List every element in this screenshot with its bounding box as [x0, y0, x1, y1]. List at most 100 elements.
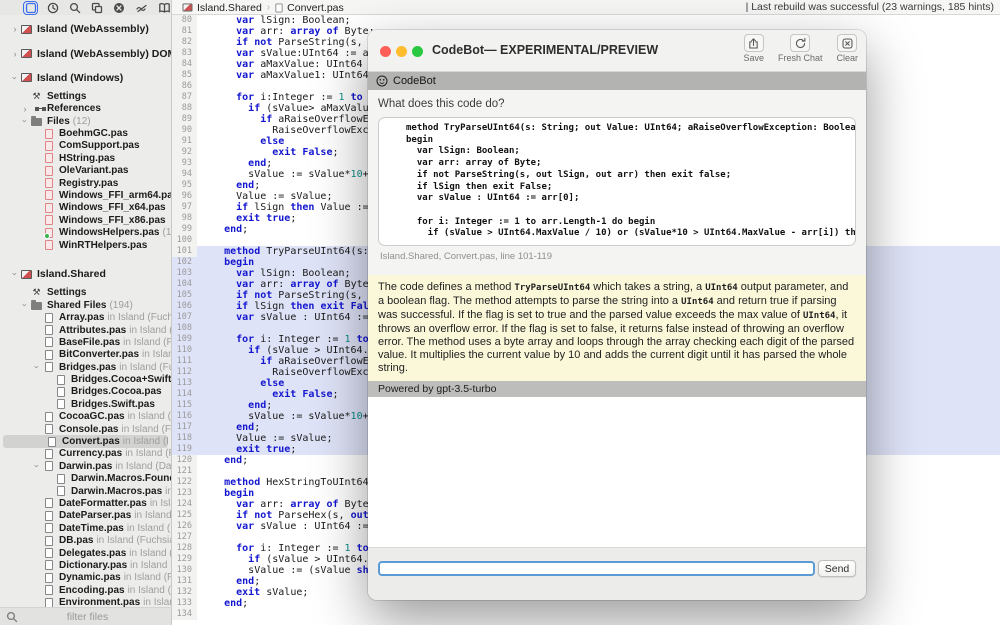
dialog-titlebar[interactable]: CodeBot— EXPERIMENTAL/PREVIEW Save Fresh …: [368, 30, 866, 72]
tree-item[interactable]: BoehmGC.pas: [0, 127, 171, 139]
tree-item[interactable]: DateTime.pasin Island (Fuchsia): [0, 522, 171, 534]
tree-item[interactable]: HString.pas: [0, 152, 171, 164]
tree-item[interactable]: CocoaGC.pasin Island (Fuchsia): [0, 411, 171, 423]
quoted-code-block: method TryParseUInt64(s: String; out Val…: [378, 117, 856, 246]
tree-project-item[interactable]: ›Island.Shared: [0, 268, 171, 280]
fresh-chat-button[interactable]: Fresh Chat: [778, 34, 823, 63]
tree-item[interactable]: DateParser.pasin Island (Fuchsia): [0, 510, 171, 522]
document-icon: [42, 240, 55, 250]
line-number: 94: [172, 169, 197, 180]
tree-item-suffix: in Island (Fuchsia): [123, 337, 171, 348]
expand-chevron-icon[interactable]: ›: [10, 73, 20, 83]
expand-chevron-icon[interactable]: ›: [20, 116, 30, 126]
clear-button[interactable]: Clear: [836, 34, 858, 63]
tree-item[interactable]: ›Files(12): [0, 115, 171, 127]
document-icon: [42, 498, 55, 508]
expand-chevron-icon[interactable]: ›: [20, 104, 30, 114]
tree-item[interactable]: ⚒Settings: [0, 90, 171, 102]
tree-item[interactable]: Windows_FFI_x64.pas: [0, 202, 171, 214]
tree-item[interactable]: Environment.pasin Island (Androi: [0, 596, 171, 607]
strike-tilde-icon[interactable]: [135, 2, 149, 14]
tree-item[interactable]: OleVariant.pas: [0, 165, 171, 177]
book-icon[interactable]: [158, 2, 171, 14]
line-number: 83: [172, 48, 197, 59]
tree-item[interactable]: Bridges.Cocoa.pas: [0, 386, 171, 398]
document-icon: [42, 178, 55, 188]
document-icon: [42, 337, 55, 347]
code-line[interactable]: 80 var lSign: Boolean;: [172, 15, 1000, 26]
expand-chevron-icon[interactable]: ›: [32, 362, 42, 372]
tree-item[interactable]: DB.pasin Island (Fuchsia): [0, 534, 171, 546]
tree-item[interactable]: Array.pasin Island (Fuchsia): [0, 311, 171, 323]
tree-item[interactable]: Bridges.Cocoa+Swift.pas: [0, 373, 171, 385]
dialog-header-buttons: Save Fresh Chat Clear: [743, 34, 858, 63]
expand-chevron-icon[interactable]: ›: [10, 269, 20, 279]
tree-item[interactable]: Darwin.Macros.Foundation.pas: [0, 473, 171, 485]
tree-item[interactable]: WinRTHelpers.pas: [0, 239, 171, 251]
save-button[interactable]: Save: [743, 34, 764, 63]
user-question: What does this code do?: [378, 98, 856, 110]
clock-icon[interactable]: [46, 2, 59, 14]
tree-item[interactable]: DateFormatter.pasin Island (Fuch: [0, 497, 171, 509]
tree-item[interactable]: Encoding.pasin Island (Fuchsia): [0, 584, 171, 596]
line-number: 119: [172, 444, 197, 455]
tree-item[interactable]: ⚒Settings: [0, 287, 171, 299]
document-icon: [42, 548, 55, 558]
zoom-traffic-light[interactable]: [412, 46, 423, 57]
expand-chevron-icon[interactable]: ›: [20, 300, 30, 310]
tree-item[interactable]: Convert.pasin Island (Fuchsia): [3, 435, 168, 447]
breadcrumb-file[interactable]: Convert.pas: [287, 2, 344, 14]
tree-item[interactable]: Currency.pasin Island (Fuchsia): [0, 448, 171, 460]
tree-item[interactable]: ComSupport.pas: [0, 140, 171, 152]
close-circle-icon[interactable]: [113, 2, 126, 14]
code-line[interactable]: 134: [172, 609, 1000, 620]
tree-item-label: HString.pas: [59, 153, 115, 164]
tree-item[interactable]: Darwin.Macros.pasin Island (Fu: [0, 485, 171, 497]
tree-item[interactable]: BitConverter.pasin Island (Fuchsia): [0, 349, 171, 361]
tree-item[interactable]: Dynamic.pasin Island (Fuchsia): [0, 572, 171, 584]
tree-item[interactable]: ›Darwin.pasin Island (Darwin mac: [0, 460, 171, 472]
search-icon[interactable]: [68, 2, 81, 14]
tree-item[interactable]: Console.pasin Island (Fuchsia): [0, 423, 171, 435]
tree-item[interactable]: Dictionary.pasin Island (Fuchsia): [0, 559, 171, 571]
close-traffic-light[interactable]: [380, 46, 391, 57]
tree-item-label: WindowsHelpers.pas: [59, 227, 160, 238]
tree-item[interactable]: ›Shared Files(194): [0, 299, 171, 311]
expand-chevron-icon[interactable]: ›: [32, 461, 42, 471]
tree-project-item[interactable]: ›Island (WebAssembly) DOM: [0, 47, 171, 59]
tree-item-label: Windows_FFI_arm64.pas: [59, 190, 171, 201]
panel-icon[interactable]: [24, 2, 37, 14]
search-icon: [6, 611, 18, 623]
tree-item[interactable]: Attributes.pasin Island (Fuchsia): [0, 324, 171, 336]
tree-item-suffix: in Island (Fuchsia): [128, 411, 171, 422]
tree-item-label: Island (WebAssembly): [37, 23, 149, 35]
tree-item[interactable]: ›Bridges.pasin Island (Fuchsia): [0, 361, 171, 373]
minimize-traffic-light[interactable]: [396, 46, 407, 57]
line-number: 125: [172, 510, 197, 521]
filter-bar[interactable]: filter files: [0, 607, 172, 625]
line-number: 104: [172, 279, 197, 290]
tree-item[interactable]: Windows_FFI_arm64.pas: [0, 189, 171, 201]
tree-item[interactable]: Delegates.pasin Island (Fuchsia): [0, 547, 171, 559]
tree-item[interactable]: Registry.pas: [0, 177, 171, 189]
tree-item-suffix: in Island (Fuchsia): [129, 325, 171, 336]
tree-item[interactable]: Windows_FFI_x86.pas: [0, 214, 171, 226]
tree-item-suffix: in Island (Fu: [165, 486, 171, 497]
line-number: 122: [172, 477, 197, 488]
dialog-title: CodeBot— EXPERIMENTAL/PREVIEW: [432, 43, 658, 57]
send-button[interactable]: Send: [818, 560, 856, 577]
tree-project-item[interactable]: › Island (WebAssembly): [0, 23, 171, 35]
tree-item[interactable]: BaseFile.pasin Island (Fuchsia): [0, 336, 171, 348]
expand-chevron-icon[interactable]: ›: [10, 49, 20, 59]
tree-item[interactable]: Bridges.Swift.pas: [0, 398, 171, 410]
copy-icon[interactable]: [91, 2, 104, 14]
inline-code: UInt64: [681, 297, 714, 307]
tree-item-suffix: (12): [73, 116, 91, 127]
expand-chevron-icon[interactable]: ›: [10, 24, 20, 34]
tree-item[interactable]: WindowsHelpers.pas(12): [0, 226, 171, 238]
tree-project-item[interactable]: ›Island (Windows): [0, 72, 171, 84]
tree-item[interactable]: ›References: [0, 103, 171, 115]
chat-input[interactable]: [378, 561, 815, 576]
tree-item-suffix: in Island (Androi: [143, 597, 171, 607]
breadcrumb-project[interactable]: Island.Shared: [197, 2, 262, 14]
